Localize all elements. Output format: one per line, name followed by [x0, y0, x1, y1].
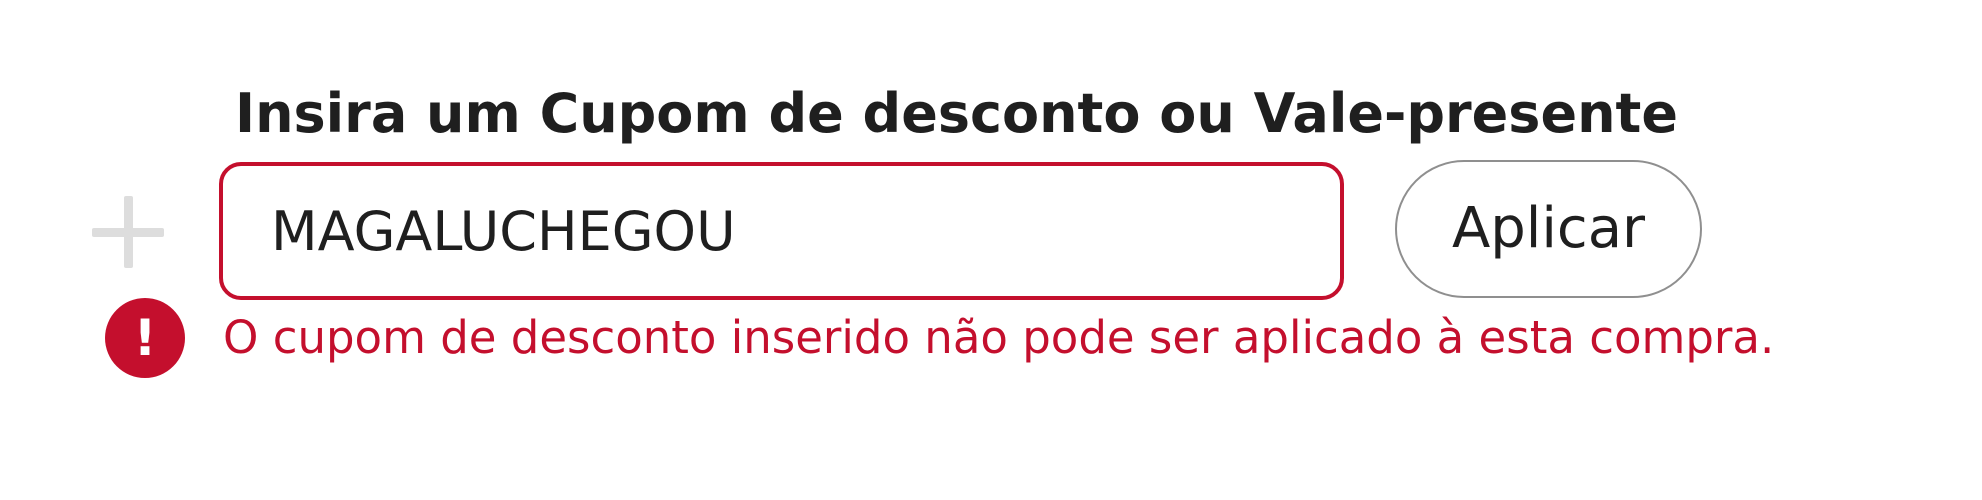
coupon-form: Insira um Cupom de desconto ou Vale-pres… [0, 0, 1982, 500]
exclamation-icon: ! [105, 298, 185, 378]
error-message: O cupom de desconto inserido não pode se… [223, 311, 1775, 364]
error-message-row: ! O cupom de desconto inserido não pode … [105, 298, 1965, 388]
apply-button[interactable]: Aplicar [1395, 160, 1702, 298]
coupon-input-wrapper [219, 162, 1344, 300]
plus-icon[interactable] [92, 196, 164, 268]
coupon-label: Insira um Cupom de desconto ou Vale-pres… [235, 82, 1678, 145]
coupon-input[interactable] [271, 166, 1311, 296]
